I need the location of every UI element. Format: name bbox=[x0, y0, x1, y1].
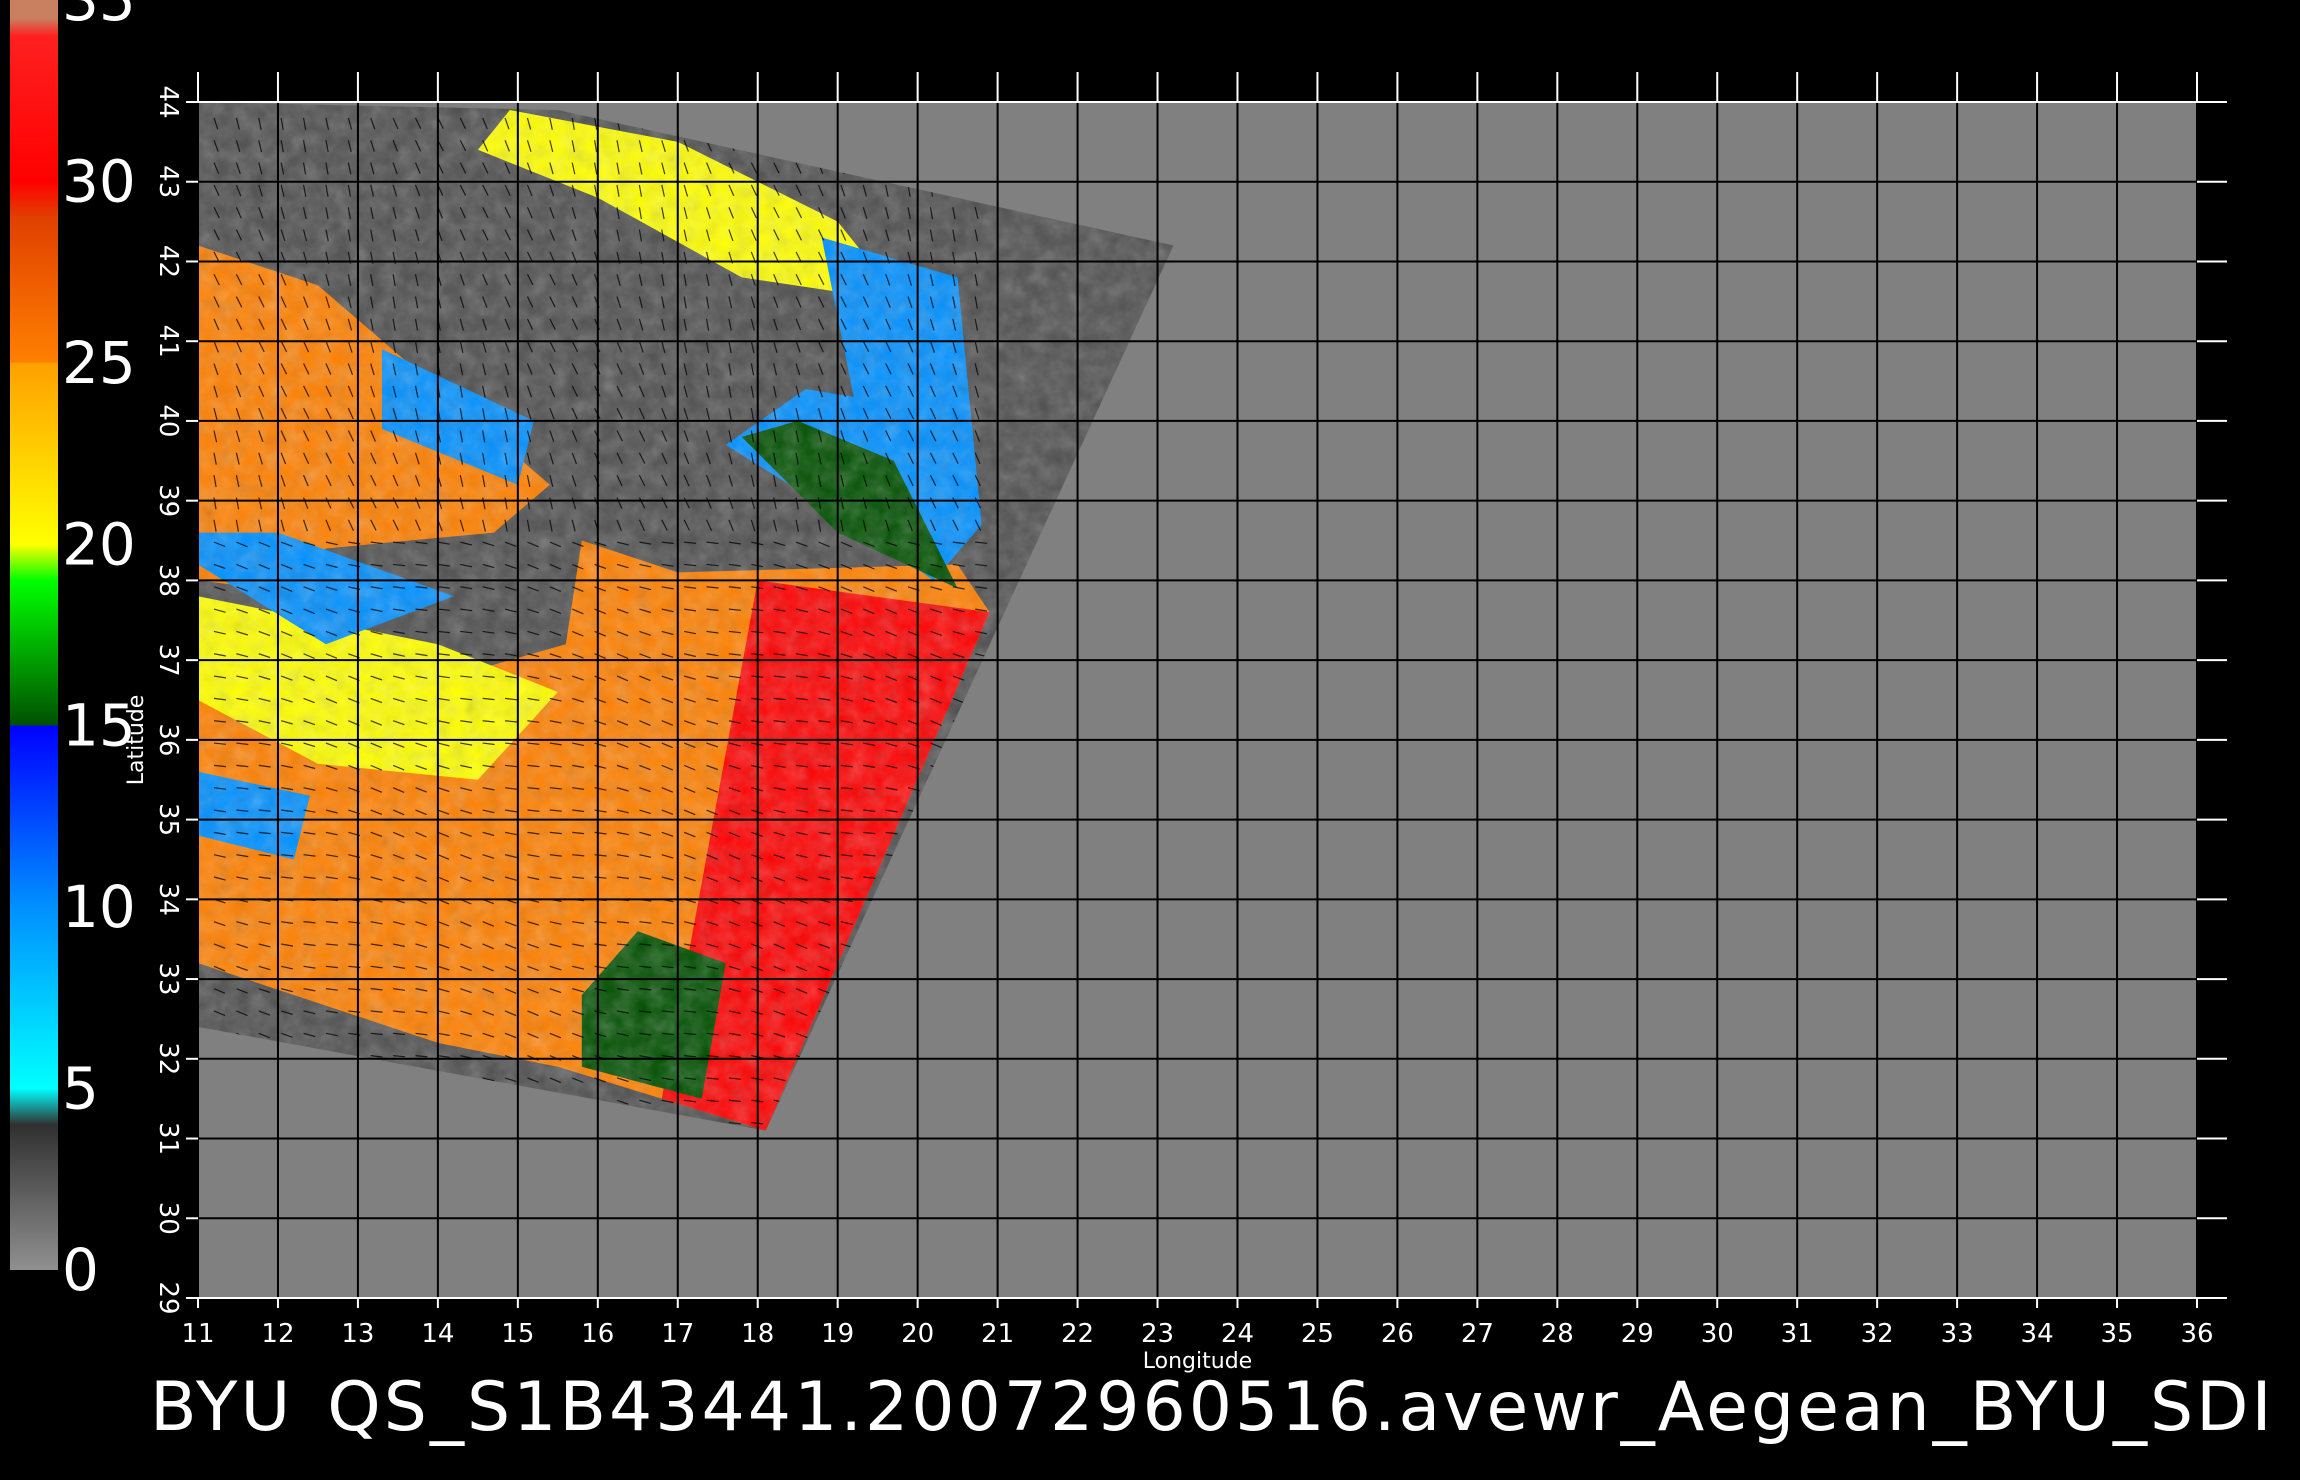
lat-tick-label: 30 bbox=[153, 1202, 183, 1235]
figure-title: BYU QS_S1B43441.20072960516.avewr_Aegean_… bbox=[150, 1368, 2300, 1447]
lon-tick-label: 25 bbox=[1301, 1319, 1334, 1349]
lat-tick-label: 40 bbox=[153, 404, 183, 437]
lon-tick-label: 27 bbox=[1461, 1319, 1494, 1349]
title-prefix: BYU bbox=[150, 1368, 294, 1447]
lon-tick-label: 23 bbox=[1141, 1319, 1174, 1349]
map-figure: 0 5 10 15 20 25 30 35 11 12 13 14 15 16 17 18 19 20 21 22 2… bbox=[0, 0, 2300, 1480]
lat-tick-label: 34 bbox=[153, 883, 183, 916]
lon-tick-label: 14 bbox=[421, 1319, 454, 1349]
lon-tick-label: 31 bbox=[1781, 1319, 1814, 1349]
lon-tick-label: 30 bbox=[1701, 1319, 1734, 1349]
colorbar-gradient bbox=[10, 0, 58, 1270]
lat-tick-label: 43 bbox=[153, 165, 183, 198]
lat-tick-label: 44 bbox=[153, 85, 183, 118]
y-axis-label: Latitude bbox=[124, 695, 149, 786]
lon-tick-label: 12 bbox=[261, 1319, 294, 1349]
colorbar-label: 20 bbox=[62, 510, 136, 578]
lon-tick-label: 32 bbox=[1861, 1319, 1894, 1349]
lon-tick-label: 15 bbox=[501, 1319, 534, 1349]
lon-tick-label: 26 bbox=[1381, 1319, 1414, 1349]
lon-tick-label: 33 bbox=[1941, 1319, 1974, 1349]
lon-tick-label: 24 bbox=[1221, 1319, 1254, 1349]
lat-tick-label: 32 bbox=[153, 1042, 183, 1075]
lat-tick-label: 29 bbox=[153, 1281, 183, 1314]
lat-tick-label: 42 bbox=[153, 245, 183, 278]
lat-tick-label: 35 bbox=[153, 803, 183, 836]
lon-tick-label: 29 bbox=[1621, 1319, 1654, 1349]
lon-tick-label: 16 bbox=[581, 1319, 614, 1349]
lat-tick-label: 38 bbox=[153, 564, 183, 597]
lat-tick-label: 36 bbox=[153, 723, 183, 756]
lon-tick-label: 19 bbox=[821, 1319, 854, 1349]
lon-tick-label: 35 bbox=[2100, 1319, 2133, 1349]
colorbar-label: 25 bbox=[62, 329, 136, 397]
colorbar-label: 30 bbox=[62, 147, 136, 215]
lon-tick-label: 36 bbox=[2180, 1319, 2213, 1349]
lat-tick-label: 41 bbox=[153, 325, 183, 358]
lon-tick-label: 22 bbox=[1061, 1319, 1094, 1349]
lon-tick-label: 21 bbox=[981, 1319, 1014, 1349]
colorbar-label: 10 bbox=[62, 873, 136, 941]
lat-tick-label: 33 bbox=[153, 963, 183, 996]
lon-tick-label: 18 bbox=[741, 1319, 774, 1349]
lon-tick-label: 20 bbox=[901, 1319, 934, 1349]
lon-tick-label: 28 bbox=[1541, 1319, 1574, 1349]
lon-tick-label: 17 bbox=[661, 1319, 694, 1349]
plot-area: 11 12 13 14 15 16 17 18 19 20 21 22 23 24 25 26 27 28 29 30… bbox=[124, 72, 2227, 1374]
lon-tick-label: 11 bbox=[181, 1319, 214, 1349]
title-filename: QS_S1B43441.20072960516.avewr_Aegean_BYU… bbox=[327, 1368, 2275, 1447]
lat-tick-label: 37 bbox=[153, 644, 183, 677]
lat-tick-label: 39 bbox=[153, 484, 183, 517]
lon-tick-label: 34 bbox=[2021, 1319, 2054, 1349]
lat-tick-label: 31 bbox=[153, 1122, 183, 1155]
lon-tick-label: 13 bbox=[341, 1319, 374, 1349]
colorbar-label: 35 bbox=[62, 0, 136, 34]
colorbar-label: 5 bbox=[62, 1055, 99, 1123]
colorbar-label: 0 bbox=[62, 1236, 99, 1304]
